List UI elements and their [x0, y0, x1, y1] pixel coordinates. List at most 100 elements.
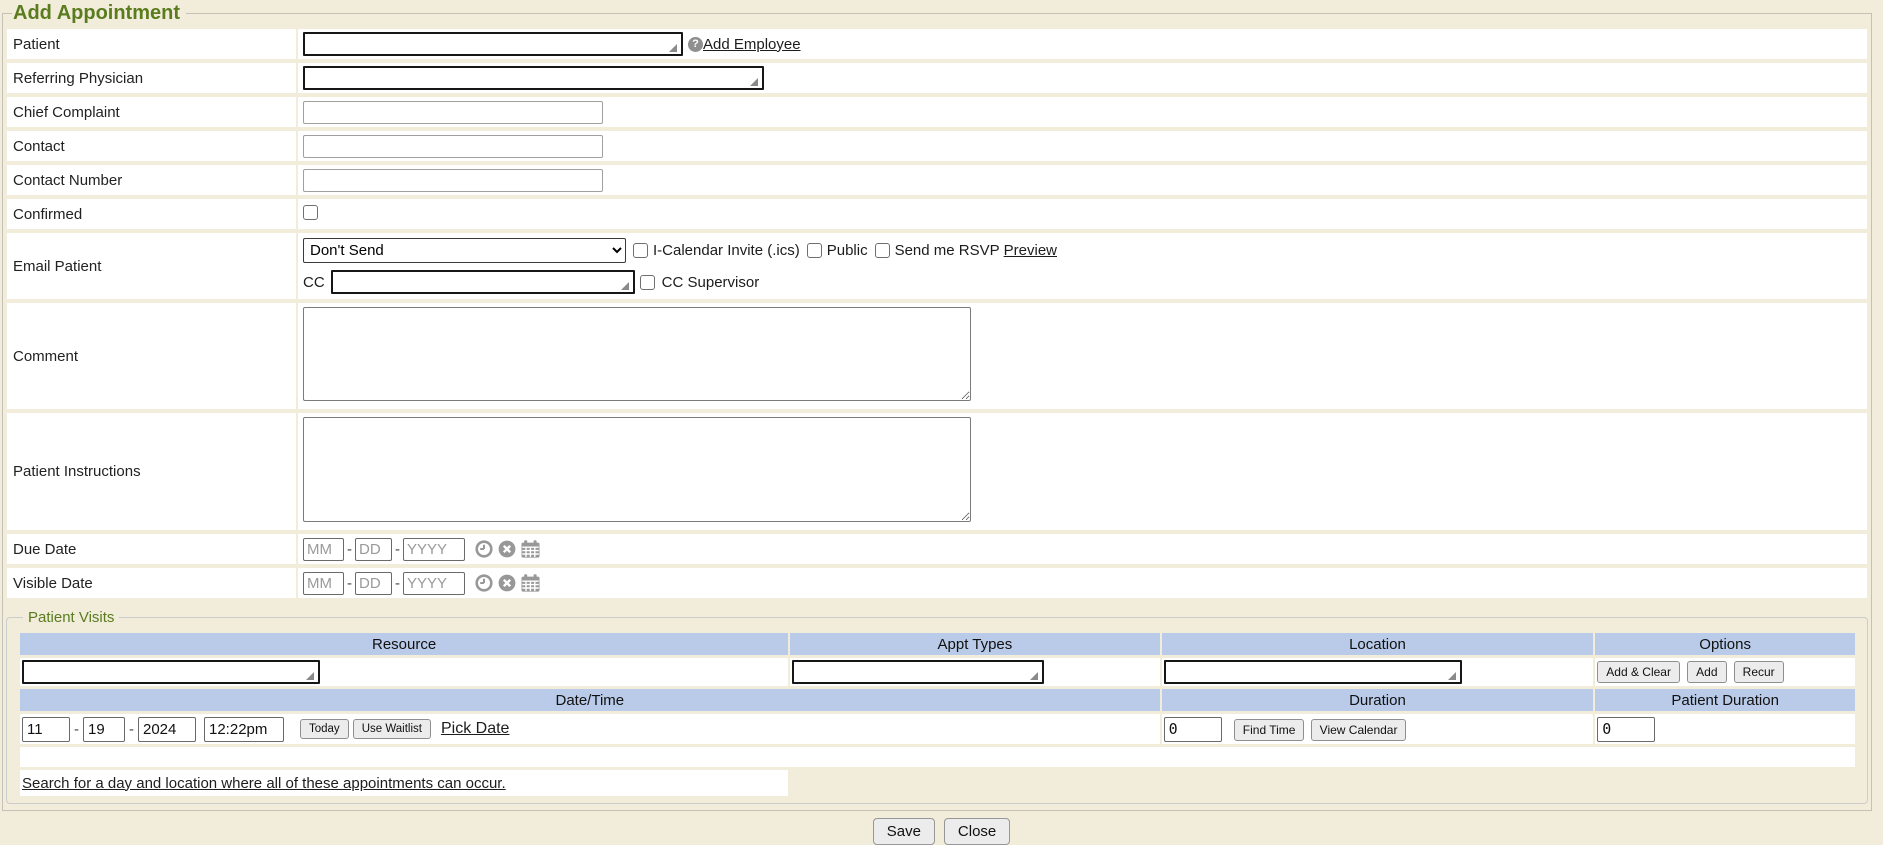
- chief-complaint-input[interactable]: [303, 101, 603, 124]
- comment-label: Comment: [7, 303, 296, 409]
- due-date-month-input[interactable]: [303, 538, 344, 561]
- cc-supervisor-checkbox[interactable]: [640, 275, 655, 290]
- visits-input-row: Add & Clear Add Recur: [20, 658, 1855, 686]
- referring-physician-combo: [303, 66, 762, 90]
- visits-search-row: Search for a day and location where all …: [20, 770, 1855, 796]
- due-date-day-input[interactable]: [355, 538, 392, 561]
- recur-button[interactable]: Recur: [1734, 661, 1784, 683]
- preview-link[interactable]: Preview: [1004, 242, 1057, 259]
- visit-time-input[interactable]: [204, 717, 284, 742]
- referring-physician-input[interactable]: [303, 66, 764, 90]
- confirmed-checkbox[interactable]: [303, 205, 318, 220]
- date-separator: -: [347, 575, 352, 592]
- email-patient-label: Email Patient: [7, 233, 296, 299]
- duration-input[interactable]: [1164, 717, 1222, 742]
- ical-invite-label: I-Calendar Invite (.ics): [653, 242, 800, 259]
- date-separator: -: [395, 541, 400, 558]
- visit-year-input[interactable]: [138, 717, 196, 742]
- rsvp-label: Send me RSVP: [895, 242, 1000, 259]
- resource-column-header: Resource: [20, 633, 788, 655]
- find-time-button[interactable]: Find Time: [1234, 719, 1305, 741]
- add-employee-link[interactable]: Add Employee: [703, 36, 801, 53]
- appt-types-column-header: Appt Types: [790, 633, 1159, 655]
- contact-input[interactable]: [303, 135, 603, 158]
- cc-supervisor-label: CC Supervisor: [662, 274, 760, 291]
- visible-date-day-input[interactable]: [355, 572, 392, 595]
- visit-month-input[interactable]: [22, 717, 70, 742]
- referring-physician-row: Referring Physician: [7, 63, 1867, 93]
- visible-date-label: Visible Date: [7, 568, 296, 598]
- patient-row: Patient ? Add Employee: [7, 29, 1867, 59]
- appointment-form: Patient ? Add Employee Referring Physici…: [5, 25, 1869, 602]
- date-separator: -: [129, 721, 134, 738]
- pick-date-link[interactable]: Pick Date: [441, 720, 509, 738]
- due-date-year-input[interactable]: [403, 538, 465, 561]
- visits-header-row: Resource Appt Types Location Options: [20, 633, 1855, 655]
- today-button[interactable]: Today: [300, 719, 349, 739]
- duration-column-header: Duration: [1162, 689, 1594, 711]
- patient-visits-section: Patient Visits Resource Appt Types Locat…: [6, 609, 1868, 804]
- calendar-icon[interactable]: [521, 574, 540, 592]
- patient-combo: [303, 32, 681, 56]
- view-calendar-button[interactable]: View Calendar: [1311, 719, 1407, 741]
- date-separator: -: [395, 575, 400, 592]
- patient-instructions-textarea[interactable]: [303, 417, 971, 522]
- page-title: Add Appointment: [12, 2, 186, 25]
- date-separator: -: [74, 721, 79, 738]
- date-time-column-header: Date/Time: [20, 689, 1160, 711]
- visit-datetime-row: - - Today Use Waitlist Pick Date Find Ti…: [20, 714, 1855, 744]
- due-date-row: Due Date - -: [7, 534, 1867, 564]
- cc-input[interactable]: [331, 270, 635, 294]
- due-date-label: Due Date: [7, 534, 296, 564]
- visible-date-year-input[interactable]: [403, 572, 465, 595]
- email-send-select[interactable]: Don't Send: [303, 238, 626, 263]
- clear-date-icon[interactable]: [498, 540, 516, 558]
- visits-datetime-header-row: Date/Time Duration Patient Duration: [20, 689, 1855, 711]
- help-icon[interactable]: ?: [688, 37, 703, 52]
- visit-day-input[interactable]: [83, 717, 125, 742]
- email-patient-row: Email Patient Don't Send I-Calendar Invi…: [7, 233, 1867, 299]
- patient-visits-legend: Patient Visits: [23, 609, 119, 626]
- cc-combo: [331, 270, 633, 294]
- add-button[interactable]: Add: [1687, 661, 1726, 683]
- confirmed-label: Confirmed: [7, 199, 296, 229]
- contact-number-row: Contact Number: [7, 165, 1867, 195]
- add-and-clear-button[interactable]: Add & Clear: [1597, 661, 1680, 683]
- patient-label: Patient: [7, 29, 296, 59]
- patient-input[interactable]: [303, 32, 683, 56]
- cc-label: CC: [303, 274, 325, 291]
- resource-combo: [22, 660, 318, 684]
- ical-invite-checkbox[interactable]: [633, 243, 648, 258]
- comment-row: Comment: [7, 303, 1867, 409]
- contact-label: Contact: [7, 131, 296, 161]
- confirmed-row: Confirmed: [7, 199, 1867, 229]
- patient-instructions-row: Patient Instructions: [7, 413, 1867, 530]
- visible-date-row: Visible Date - -: [7, 568, 1867, 598]
- clock-icon[interactable]: [475, 574, 493, 592]
- resource-input[interactable]: [22, 660, 320, 684]
- referring-physician-label: Referring Physician: [7, 63, 296, 93]
- public-checkbox[interactable]: [807, 243, 822, 258]
- appt-types-input[interactable]: [792, 660, 1044, 684]
- appt-types-combo: [792, 660, 1042, 684]
- clock-icon[interactable]: [475, 540, 493, 558]
- save-button[interactable]: Save: [873, 818, 935, 845]
- location-input[interactable]: [1164, 660, 1462, 684]
- rsvp-checkbox[interactable]: [875, 243, 890, 258]
- clear-date-icon[interactable]: [498, 574, 516, 592]
- location-column-header: Location: [1162, 633, 1594, 655]
- use-waitlist-button[interactable]: Use Waitlist: [353, 719, 431, 739]
- patient-duration-input[interactable]: [1597, 717, 1655, 742]
- public-label: Public: [827, 242, 868, 259]
- visits-spacer-row: [20, 747, 1855, 767]
- visible-date-month-input[interactable]: [303, 572, 344, 595]
- comment-textarea[interactable]: [303, 307, 971, 401]
- date-separator: -: [347, 541, 352, 558]
- patient-instructions-label: Patient Instructions: [7, 413, 296, 530]
- calendar-icon[interactable]: [521, 540, 540, 558]
- contact-number-input[interactable]: [303, 169, 603, 192]
- close-button[interactable]: Close: [944, 818, 1010, 845]
- chief-complaint-label: Chief Complaint: [7, 97, 296, 127]
- footer-actions: Save Close: [0, 818, 1883, 845]
- patient-duration-column-header: Patient Duration: [1595, 689, 1855, 711]
